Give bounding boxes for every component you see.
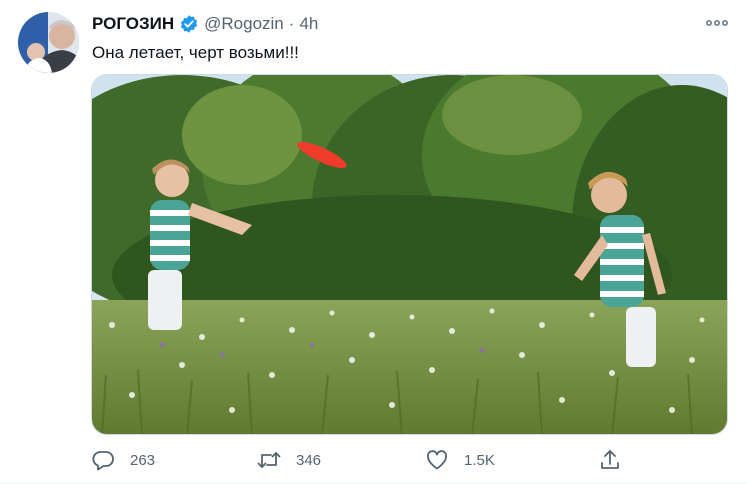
photo-children-frisbee [92,75,727,434]
more-horizontal-icon [706,20,728,26]
avatar[interactable] [18,12,79,73]
avatar-image [18,12,79,73]
tweet-text: Она летает, черт возьми!!! [92,43,299,62]
reply-icon [90,447,116,473]
share-button[interactable] [597,446,623,474]
verified-badge-icon [179,14,199,34]
tweet-header: РОГОЗИН @Rogozin · 4h [92,14,318,34]
display-name[interactable]: РОГОЗИН [92,14,174,34]
user-handle[interactable]: @Rogozin [204,14,284,34]
tweet-photo[interactable] [91,74,728,435]
separator-dot: · [288,14,295,33]
reply-count: 263 [130,451,156,469]
reply-button[interactable]: 263 [90,446,155,474]
tweet-card[interactable]: РОГОЗИН @Rogozin · 4h Она летает, черт в… [0,0,747,484]
timestamp[interactable]: 4h [299,14,318,34]
tweet-actions: 263 346 1.5K [86,446,646,474]
heart-icon [424,447,450,473]
retweet-button[interactable]: 346 [256,446,321,474]
like-count: 1.5K [464,451,495,469]
like-button[interactable]: 1.5K [424,446,495,474]
retweet-icon [256,447,282,473]
more-options-button[interactable] [700,12,734,34]
retweet-count: 346 [296,451,322,469]
share-icon [597,447,623,473]
